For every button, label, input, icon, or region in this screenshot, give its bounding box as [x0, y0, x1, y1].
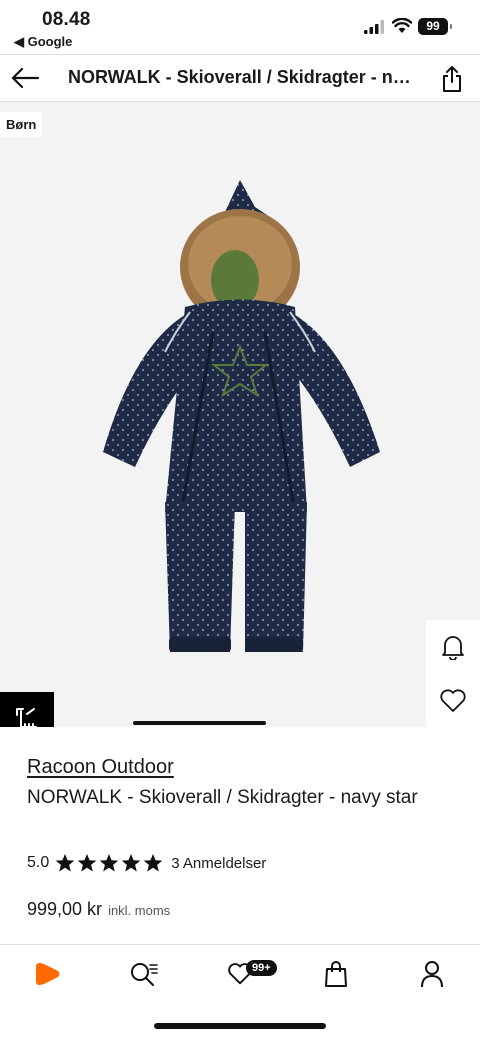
stock-alert-button[interactable] — [426, 620, 480, 674]
product-header: NORWALK - Skioverall / Skidragter - navy… — [0, 54, 480, 102]
user-icon — [421, 961, 443, 988]
measure-icon — [16, 708, 37, 727]
clock: 08.48 — [42, 9, 91, 30]
status-bar: 08.48 ◀ Google 99 — [0, 0, 480, 54]
share-button[interactable] — [438, 63, 466, 95]
bell-icon — [442, 636, 464, 660]
price: 999,00 kr — [27, 899, 103, 919]
star-icon — [99, 854, 119, 872]
wishlist-count-badge: 99+ — [246, 960, 277, 976]
star-icon — [121, 854, 141, 872]
bottom-tab-bar: 99+ — [0, 944, 480, 1004]
back-button[interactable] — [8, 63, 42, 93]
star-icon — [77, 854, 97, 872]
home-indicator — [154, 1023, 326, 1029]
price-block: 999,00 kr inkl. moms — [27, 899, 170, 920]
add-to-wishlist-button[interactable] — [426, 674, 480, 727]
star-icon — [55, 854, 75, 872]
product-name: NORWALK - Skioverall / Skidragter - navy… — [27, 787, 418, 808]
wifi-icon — [392, 18, 412, 33]
review-count-link[interactable]: 3 Anmeldelser — [171, 855, 266, 872]
page-title: NORWALK - Skioverall / Skidragter - navy… — [68, 67, 418, 87]
brand-link[interactable]: Racoon Outdoor — [27, 756, 174, 779]
rating-summary[interactable]: 5.0 3 Anmeldelser — [27, 853, 266, 873]
share-icon — [443, 66, 461, 92]
tab-profile[interactable] — [412, 957, 452, 991]
arrow-left-icon — [11, 67, 39, 89]
snowsuit-image — [103, 180, 380, 652]
tab-search[interactable] — [124, 957, 164, 991]
vat-note: inkl. moms — [108, 903, 171, 918]
battery-indicator: 99 — [418, 18, 452, 35]
tab-wishlist[interactable]: 99+ — [220, 957, 277, 991]
category-tag: Børn — [0, 112, 43, 137]
size-guide-button[interactable] — [0, 692, 54, 727]
star-icon — [143, 854, 163, 872]
zalando-logo-icon — [36, 963, 60, 985]
cellular-signal-icon — [364, 20, 384, 34]
rating-score: 5.0 — [27, 854, 50, 871]
search-icon — [131, 963, 158, 986]
shopping-bag-icon — [325, 961, 347, 987]
product-gallery[interactable]: Børn — [0, 102, 480, 727]
gallery-page-indicator — [133, 721, 266, 725]
tab-bag[interactable] — [316, 957, 356, 991]
heart-icon — [440, 689, 466, 712]
tab-home[interactable] — [28, 957, 68, 991]
back-to-app-link[interactable]: ◀ Google — [14, 34, 72, 50]
rating-stars — [55, 853, 163, 873]
